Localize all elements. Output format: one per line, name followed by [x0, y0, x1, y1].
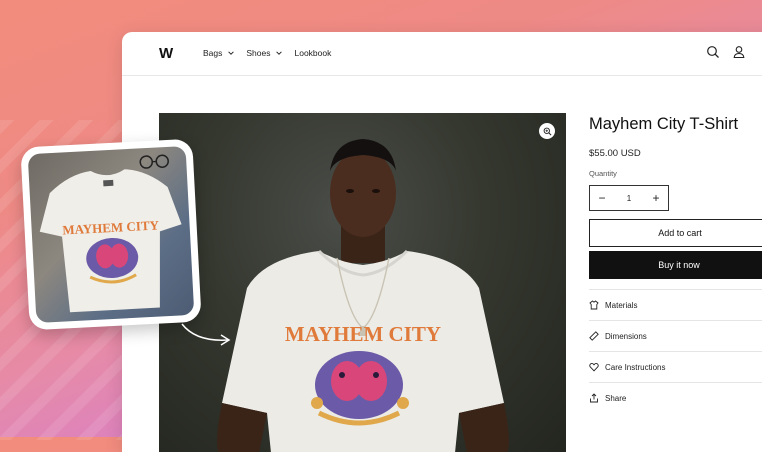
quantity-increase-button[interactable]: +	[644, 191, 668, 205]
add-to-cart-button[interactable]: Add to cart	[589, 219, 762, 247]
nav-item-label: Lookbook	[294, 48, 331, 58]
accordion-label: Materials	[605, 301, 637, 310]
heart-icon	[589, 362, 599, 372]
store-window: W Bags Shoes Lookbook	[122, 32, 762, 452]
share-icon	[589, 393, 599, 403]
accordion-label: Dimensions	[605, 332, 647, 341]
share-button[interactable]: Share	[589, 382, 762, 413]
store-logo[interactable]: W	[159, 45, 173, 62]
search-icon[interactable]	[706, 45, 720, 59]
nav-item-label: Shoes	[246, 48, 270, 58]
pointer-arrow-icon	[178, 318, 234, 350]
ruler-icon	[589, 331, 599, 341]
quantity-decrease-button[interactable]: −	[590, 191, 614, 205]
nav-item-label: Bags	[203, 48, 222, 58]
account-icon[interactable]	[732, 45, 746, 59]
chevron-down-icon	[275, 49, 283, 57]
product-price: $55.00 USD	[589, 148, 641, 159]
buy-now-button[interactable]: Buy it now	[589, 251, 762, 279]
main-nav: Bags Shoes Lookbook	[203, 48, 342, 58]
quantity-value[interactable]: 1	[627, 194, 631, 203]
share-label: Share	[605, 394, 626, 403]
zoom-button[interactable]	[539, 123, 555, 139]
inset-photo-card: MAYHEM CITY	[20, 139, 201, 331]
shirt-print-text: MAYHEM CITY	[285, 322, 441, 346]
product-main-image[interactable]: MAYHEM CITY	[159, 113, 566, 452]
nav-item-shoes[interactable]: Shoes	[246, 48, 283, 58]
quantity-stepper: − 1 +	[589, 185, 669, 211]
accordion-label: Care Instructions	[605, 363, 665, 372]
quantity-label: Quantity	[589, 169, 617, 178]
accordion-care[interactable]: Care Instructions	[589, 351, 762, 382]
nav-item-lookbook[interactable]: Lookbook	[294, 48, 331, 58]
zoom-in-icon	[543, 127, 552, 136]
flat-lay-image: MAYHEM CITY	[28, 146, 195, 323]
flat-lay-photo: MAYHEM CITY	[28, 146, 195, 323]
site-header: W Bags Shoes Lookbook	[122, 32, 762, 76]
chevron-down-icon	[227, 49, 235, 57]
nav-item-bags[interactable]: Bags	[203, 48, 235, 58]
product-title: Mayhem City T-Shirt	[589, 115, 738, 134]
materials-icon	[589, 300, 599, 310]
accordion-materials[interactable]: Materials	[589, 289, 762, 320]
model-photo: MAYHEM CITY	[159, 113, 566, 452]
accordion-dimensions[interactable]: Dimensions	[589, 320, 762, 351]
